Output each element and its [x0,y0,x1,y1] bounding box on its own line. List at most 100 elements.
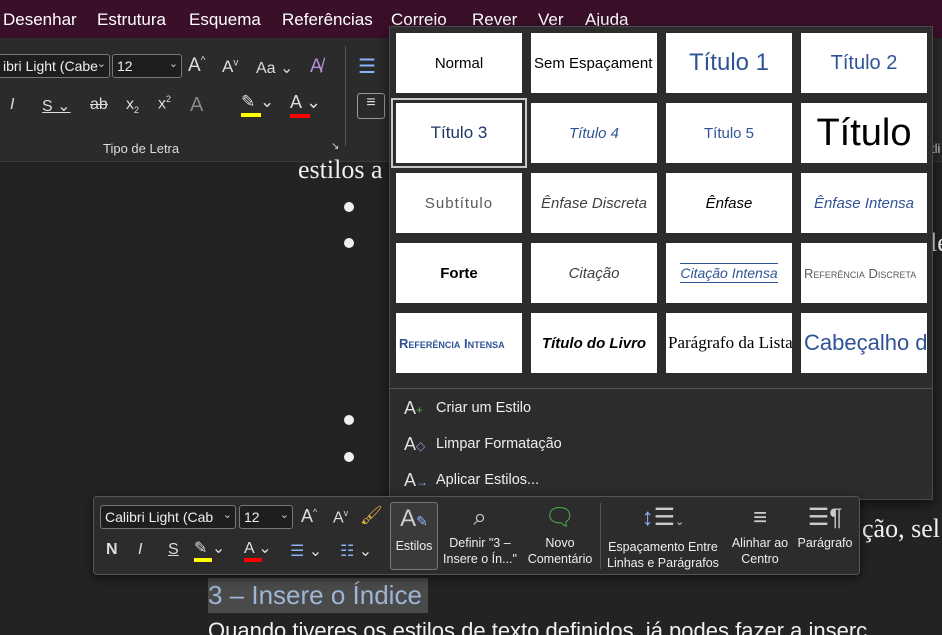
highlight-color-bar [194,558,212,562]
style-label: Título 4 [568,124,620,142]
menu-esquema[interactable]: Esquema [189,10,261,30]
font-name-select[interactable]: ibri Light (Cabe ⌄ [0,54,110,78]
style-intense-quote[interactable]: Citação Intensa [666,243,792,303]
bold-icon[interactable]: N [106,541,118,559]
line-spacing-button[interactable]: ↕☰⌄ Espaçamento Entre Linhas e Parágrafo… [602,502,724,570]
highlight-color-bar [241,113,261,117]
document-text-line[interactable]: estilos a [298,155,383,185]
apply-styles-label: Aplicar Estilos... [436,472,540,488]
bullets-icon[interactable]: ☰ ⌄ [290,541,322,561]
strikethrough-icon[interactable]: ab [90,96,108,114]
style-label: Título 5 [703,124,755,142]
underline-icon[interactable]: S ⌄ [42,96,71,116]
chevron-down-icon: ⌄ [222,509,232,521]
align-center-label: Alinhar ao Centro [731,536,789,566]
mini-font-size-value: 12 [244,509,260,525]
style-normal[interactable]: Normal [396,33,522,93]
document-text-fragment[interactable]: ção, sel [862,514,940,544]
styles-button[interactable]: A✎ Estilos [390,502,438,570]
create-style-button[interactable]: A+ Criar um Estilo [404,394,531,422]
apply-styles-button[interactable]: A→ Aplicar Estilos... [404,466,539,494]
style-list-paragraph[interactable]: Parágrafo da Lista [666,313,792,373]
menu-estrutura[interactable]: Estrutura [97,10,166,30]
mini-font-name-select[interactable]: Calibri Light (Cab ⌄ [100,505,236,529]
paragraph-icon: ☰¶ [807,504,843,531]
shrink-font-icon[interactable]: Av [222,57,238,77]
style-emphasis[interactable]: Ênfase [666,173,792,233]
chevron-down-icon: ⌄ [96,58,106,70]
paragraph-button[interactable]: ☰¶ Parágrafo [794,502,856,570]
align-center-button[interactable]: ≡ Alinhar ao Centro [726,502,794,570]
style-label: Forte [440,264,478,282]
list-bullet [344,415,354,425]
numbering-icon[interactable]: ☷ ⌄ [340,541,372,561]
change-case-label: Aa [256,60,276,77]
style-heading-1[interactable]: Título 1 [666,33,792,93]
style-label: Título do Livro [541,334,647,352]
define-toc-label: Definir "3 – Insere o Ín..." [443,536,517,566]
menu-desenhar[interactable]: Desenhar [3,10,77,30]
search-doc-icon: ⌕ [473,504,487,531]
style-heading-5[interactable]: Título 5 [666,103,792,163]
style-subtle-emphasis[interactable]: Ênfase Discreta [531,173,657,233]
italic-icon[interactable]: I [138,541,142,559]
style-title[interactable]: Título [801,103,927,163]
style-toc-heading[interactable]: Cabeçalho do Índice [801,313,927,373]
font-color-icon[interactable]: A ⌄ [290,92,321,118]
font-dialog-launcher-icon[interactable]: ↘ [331,141,339,152]
paragraph-label: Parágrafo [797,536,853,550]
document-body-text[interactable]: Quando tiveres os estilos de texto defin… [208,618,867,635]
line-spacing-icon: ↕☰⌄ [641,504,685,531]
style-no-spacing[interactable]: Sem Espaçament [531,33,657,93]
grow-font-icon[interactable]: A^ [301,506,317,527]
style-label: Cabeçalho do Índice [804,330,927,355]
style-label: Citação Intensa [680,263,778,283]
style-heading-4[interactable]: Título 4 [531,103,657,163]
grow-font-icon[interactable]: A^ [188,55,205,77]
superscript-icon[interactable]: x2 [158,94,171,113]
selected-heading[interactable]: 3 – Insere o Índice [208,578,428,613]
style-label: Título [816,111,912,154]
subscript-icon[interactable]: x2 [126,96,139,115]
new-comment-icon: 🗨 [544,504,576,531]
new-comment-button[interactable]: 🗨 Novo Comentário [522,502,598,570]
align-left-icon[interactable]: ≡ [357,93,385,119]
style-subtle-reference[interactable]: Referência Discreta [801,243,927,303]
highlight-icon[interactable]: ✎ ⌄ [194,538,225,562]
style-heading-3[interactable]: Título 3 [391,98,527,168]
font-name-value: ibri Light (Cabe [3,58,98,74]
mini-font-size-select[interactable]: 12 ⌄ [239,505,293,529]
highlight-icon[interactable]: ✎ ⌄ [241,92,274,117]
text-effects-icon[interactable]: A [190,94,203,117]
shrink-font-icon[interactable]: Av [333,508,348,527]
underline-icon[interactable]: S [168,541,179,559]
clear-formatting-icon: A◇ [404,433,426,454]
gallery-divider [390,388,932,389]
style-label: Título 2 [830,51,898,74]
style-strong[interactable]: Forte [396,243,522,303]
mini-toolbar: Calibri Light (Cab ⌄ 12 ⌄ A^ Av 🖌 N I S … [93,496,860,575]
bullets-icon[interactable]: ☰ [358,54,376,79]
font-color-icon[interactable]: A ⌄ [244,538,272,562]
style-heading-2[interactable]: Título 2 [801,33,927,93]
create-style-icon: A+ [404,397,424,418]
format-painter-icon[interactable]: 🖌 [360,505,383,526]
style-book-title[interactable]: Título do Livro [531,313,657,373]
clear-formatting-button[interactable]: A◇ Limpar Formatação [404,430,562,458]
italic-icon[interactable]: I [10,96,14,114]
change-case-button[interactable]: Aa ⌄ [256,58,293,78]
style-intense-emphasis[interactable]: Ênfase Intensa [801,173,927,233]
style-intense-reference[interactable]: Referência Intensa [396,313,522,373]
menu-referencias[interactable]: Referências [282,10,373,30]
style-label: Sem Espaçament [534,54,653,72]
style-quote[interactable]: Citação [531,243,657,303]
clear-formatting-icon[interactable]: A̸ [310,56,323,78]
line-spacing-label: Espaçamento Entre Linhas e Parágrafos [607,540,719,570]
style-subtitle[interactable]: Subtítulo [396,173,522,233]
toolbar-divider [600,503,601,569]
define-toc-button[interactable]: ⌕ Definir "3 – Insere o Ín..." [440,502,520,570]
create-style-label: Criar um Estilo [436,400,532,416]
style-label: Ênfase Intensa [813,194,915,212]
font-size-select[interactable]: 12 ⌄ [112,54,182,78]
apply-styles-icon: A→ [404,469,429,490]
